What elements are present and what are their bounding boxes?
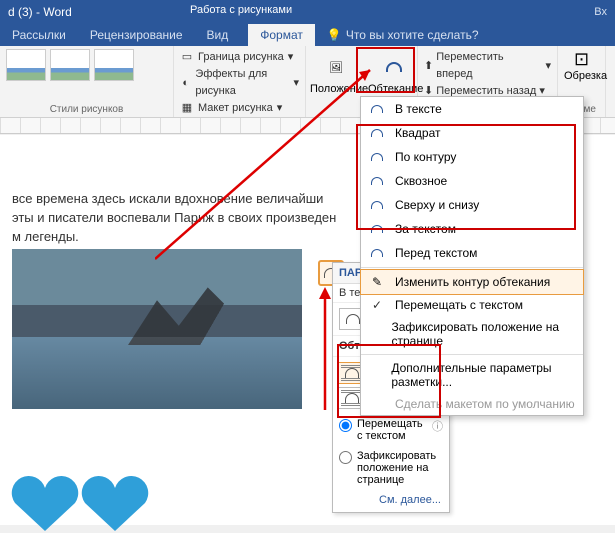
separator [361,354,583,355]
tab-format[interactable]: Формат [248,24,315,46]
position-icon: 🖼 [310,51,362,83]
separator [361,267,583,268]
crop-button[interactable]: ⊡ Обрезка [564,49,599,82]
wrap-text-icon [368,51,420,83]
label: По контуру [395,150,456,164]
picture-style-thumb[interactable] [6,49,46,81]
square-icon [367,125,387,141]
forward-icon: ⬆ [424,58,433,75]
crop-icon: ⊡ [564,49,599,70]
tell-me-label: Что вы хотите сделать? [346,28,479,42]
fix-on-page-radio[interactable]: Зафиксировать положение на странице [333,446,449,490]
dd-set-default-layout[interactable]: Сделать макетом по умолчанию [361,393,583,415]
dd-square[interactable]: Квадрат [361,121,583,145]
heart-shape [10,473,80,533]
label: Макет рисунка [198,100,273,117]
radio-input[interactable] [339,451,352,464]
picture-layout-button[interactable]: ▦Макет рисунка ▾ [180,100,299,117]
tell-me-search[interactable]: 💡 Что вы хотите сделать? [315,24,491,46]
bring-forward-button[interactable]: ⬆Переместить вперед ▾ [424,49,551,83]
label: Квадрат [395,126,441,140]
picture-effects-button[interactable]: ◐Эффекты для рисунка ▾ [180,66,299,100]
info-icon[interactable]: ⓘ [432,418,443,434]
picture-styles-gallery[interactable] [6,49,167,81]
inserted-shape-hearts[interactable] [10,473,160,533]
border-icon: ▭ [180,51,194,65]
move-with-text-radio[interactable]: Перемещать с текстом ⓘ [333,414,449,446]
account-area[interactable]: Вх [594,6,607,18]
tight-icon [367,149,387,165]
dd-move-with-text[interactable]: ✓ Перемещать с текстом [361,294,583,316]
label: Сделать макетом по умолчанию [395,397,575,411]
dd-more-layout-options[interactable]: Дополнительные параметры разметки... [361,357,583,393]
inline-icon [367,101,387,117]
topbottom-icon [367,197,387,213]
wrap-text-dropdown: В тексте Квадрат По контуру Сквозное Све… [360,96,584,416]
dd-behind[interactable]: За текстом [361,217,583,241]
label: Положение [310,83,362,95]
tab-review[interactable]: Рецензирование [78,24,195,46]
behind-icon [367,221,387,237]
group-picture-styles: Стили рисунков [6,104,167,115]
label: Эффекты для рисунка [195,66,289,100]
dd-in-text[interactable]: В тексте [361,97,583,121]
dd-edit-wrap-points[interactable]: ✎ Изменить контур обтекания [360,269,584,295]
label: Граница рисунка [198,49,284,66]
dd-front[interactable]: Перед текстом [361,241,583,265]
check-icon: ✓ [367,298,387,312]
picture-border-button[interactable]: ▭Граница рисунка ▾ [180,49,299,66]
label: Изменить контур обтекания [395,275,550,289]
tab-view[interactable]: Вид [195,24,241,46]
label: Обрезка [564,70,599,82]
tab-mailings[interactable]: Рассылки [0,24,78,46]
label: Зафиксировать положение на странице [392,320,576,348]
ribbon-tabs: Рассылки Рецензирование Вид Формат 💡 Что… [0,24,615,46]
layout-icon: ▦ [180,102,194,116]
lightbulb-icon: 💡 [327,28,342,42]
dd-tight[interactable]: По контуру [361,145,583,169]
dd-through[interactable]: Сквозное [361,169,583,193]
label: Перед текстом [395,246,477,260]
label: Сквозное [395,174,447,188]
see-more-link[interactable]: См. далее... [333,490,449,512]
label: В тексте [395,102,442,116]
label: Перемещать с текстом [357,418,427,442]
front-icon [367,245,387,261]
through-icon [367,173,387,189]
title-bar: d (3) - Word Работа с рисунками Вх [0,0,615,24]
inserted-picture[interactable] [12,249,302,409]
picture-style-thumb[interactable] [94,49,134,81]
label: Перемещать с текстом [395,298,523,312]
heart-shape [80,473,150,533]
dd-top-bottom[interactable]: Сверху и снизу [361,193,583,217]
effects-icon: ◐ [180,76,191,90]
doc-title: d (3) - Word [8,5,72,19]
picture-tools-label: Работа с рисунками [190,4,292,16]
label: Сверху и снизу [395,198,479,212]
label: Зафиксировать положение на странице [357,450,443,486]
dd-fix-on-page[interactable]: Зафиксировать положение на странице [361,316,583,352]
label: Переместить вперед [436,49,542,83]
edit-points-icon: ✎ [367,274,387,290]
radio-input[interactable] [339,419,352,432]
picture-style-thumb[interactable] [50,49,90,81]
label: За текстом [395,222,456,236]
label: Дополнительные параметры разметки... [391,361,575,389]
position-button[interactable]: 🖼 Положение [308,49,364,109]
